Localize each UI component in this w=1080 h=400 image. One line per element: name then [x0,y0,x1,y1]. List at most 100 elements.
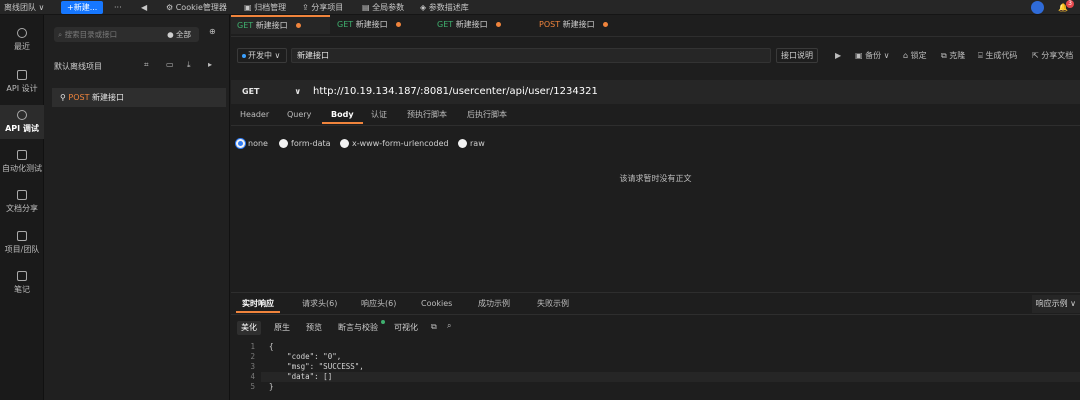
tab-name: 新建接口 [455,20,488,29]
lock-button[interactable]: ⌂ 锁定 [903,48,927,63]
tab-request-3[interactable]: GET 新建接口 [431,15,530,34]
line-number: 2 [250,352,255,361]
tab-live-response[interactable]: 实时响应 [236,295,280,313]
tab-assertions[interactable]: 断言与校验 [334,321,382,335]
import-icon[interactable]: ⤓ [187,60,191,70]
search-icon: ⌕ [58,30,63,39]
method-selector[interactable]: GET ∨ [237,83,305,101]
nav-doc-share[interactable]: 文档分享 [0,190,44,214]
tab-header[interactable]: Header [240,106,269,124]
unsaved-dot [395,22,401,27]
add-api-icon[interactable]: ▭ [166,60,174,69]
more-icon[interactable]: ··· [114,0,122,15]
tab-query[interactable]: Query [287,106,311,124]
generate-code-button[interactable]: ⌸ 生成代码 [978,48,1017,63]
search-icon[interactable]: ⌕ [447,321,451,331]
avatar[interactable] [1031,1,1044,14]
doc-button[interactable]: 接口说明 [776,48,818,63]
nav-auto-test-label: 自动化测试 [2,164,42,173]
line-number: 5 [250,382,255,391]
clone-label: 克隆 [949,51,966,60]
tree-item-api[interactable]: ⚲ POST 新建接口 [52,88,226,107]
tab-request-headers[interactable]: 请求头(6) [302,295,337,313]
tab-raw[interactable]: 原生 [270,321,294,335]
tab-request-2[interactable]: GET 新建接口 [331,15,430,34]
copy-icon[interactable]: ⧉ [431,322,437,332]
nav-project-team[interactable]: 项目/团队 [0,231,44,255]
param-library-label: 参数描述库 [428,3,469,12]
nav-notes[interactable]: 笔记 [0,271,44,295]
tab-pre-script[interactable]: 预执行脚本 [407,106,447,124]
param-library-button[interactable]: ◈ 参数描述库 [420,0,469,15]
divider [231,314,1080,315]
nav-notes-label: 笔记 [14,285,30,294]
env-selector[interactable]: 开发中 ∨ [237,48,287,63]
line-number: 3 [250,362,255,371]
clone-button[interactable]: ⧉ 克隆 [941,48,965,63]
tab-cookies[interactable]: Cookies [421,295,452,313]
search-input[interactable]: ⌕ 搜索目录或接口 ● 全部 [54,27,199,42]
tab-fail-example[interactable]: 失败示例 [537,295,569,313]
back-icon[interactable]: ◀ [141,0,147,15]
share-doc-label: 分享文档 [1041,51,1074,60]
tab-beautify[interactable]: 美化 [237,321,261,335]
tab-visualize[interactable]: 可视化 [390,321,422,335]
archive-label: 归档管理 [254,3,287,12]
run-icon[interactable]: ▶ [835,48,841,63]
line-number: 1 [250,342,255,351]
share-project-label: 分享项目 [311,3,344,12]
tab-response-headers[interactable]: 响应头(6) [361,295,396,313]
nav-recent-label: 最近 [14,42,30,51]
add-folder-icon[interactable]: ⌗ [144,60,149,70]
radio-none[interactable]: none [236,138,268,150]
calendar-icon [17,231,27,241]
new-button[interactable]: +新建... [61,1,104,14]
radio-form-data[interactable]: form-data [279,138,331,150]
backup-button[interactable]: ▣ 备份 ∨ [855,48,890,63]
global-params-label: 全局参数 [372,3,405,12]
tab-name: 新建接口 [255,21,288,30]
tab-auth[interactable]: 认证 [371,106,387,124]
nav-api-debug[interactable]: API 调试 [0,105,44,139]
unsaved-dot [495,22,501,27]
radio-raw[interactable]: raw [458,138,485,150]
link-icon [17,110,27,120]
nav-recent[interactable]: 最近 [0,28,44,52]
tab-body[interactable]: Body [322,106,363,124]
main-panel: GET 新建接口 GET 新建接口 GET 新建接口 POST 新建接口 开发中… [231,15,1080,400]
expand-icon[interactable]: ▸ [208,60,212,69]
flow-icon [17,150,27,160]
tab-post-script[interactable]: 后执行脚本 [467,106,507,124]
url-input[interactable]: http://10.19.134.187/:8081/usercenter/ap… [313,83,598,101]
share-project-button[interactable]: ⇪ 分享项目 [302,0,343,15]
unsaved-dot [602,22,608,27]
example-dropdown[interactable]: 响应示例 ∨ [1031,295,1080,313]
nav-api-design[interactable]: API 设计 [0,70,44,94]
share-doc-button[interactable]: ⇱ 分享文档 [1032,48,1073,63]
cookie-manager-button[interactable]: ⚙ Cookie管理器 [166,0,227,15]
radio-urlencoded[interactable]: x-www-form-urlencoded [340,138,449,150]
tab-method: GET [237,21,254,30]
url-bar: GET ∨ http://10.19.134.187/:8081/usercent… [231,80,1080,104]
tab-request-4[interactable]: POST 新建接口 [533,15,632,34]
divider [231,125,1080,126]
nav-doc-share-label: 文档分享 [6,204,38,213]
scope-dropdown[interactable]: ● 全部 [167,27,191,42]
global-params-button[interactable]: ▤ 全局参数 [362,0,404,15]
archive-button[interactable]: ▣ 归档管理 [244,0,286,15]
tab-request-1[interactable]: GET 新建接口 [231,15,330,34]
note-icon [17,271,27,281]
chevron-down-icon: ∨ [294,87,302,96]
search-placeholder: 搜索目录或接口 [64,30,118,39]
request-name-input[interactable]: 新建接口 [291,48,771,63]
team-selector[interactable]: 离线团队 ∨ [4,0,44,15]
cookie-manager-label: Cookie管理器 [175,3,227,12]
clock-icon [17,28,27,38]
tab-success-example[interactable]: 成功示例 [478,295,510,313]
tab-method: GET [337,20,354,29]
tab-preview[interactable]: 预览 [302,321,326,335]
locate-icon[interactable]: ⊕ [209,27,216,36]
env-dot [242,53,246,58]
nav-auto-test[interactable]: 自动化测试 [0,150,44,174]
top-bar: 离线团队 ∨ +新建... ··· ◀ ⚙ Cookie管理器 ▣ 归档管理 ⇪… [0,0,1080,15]
